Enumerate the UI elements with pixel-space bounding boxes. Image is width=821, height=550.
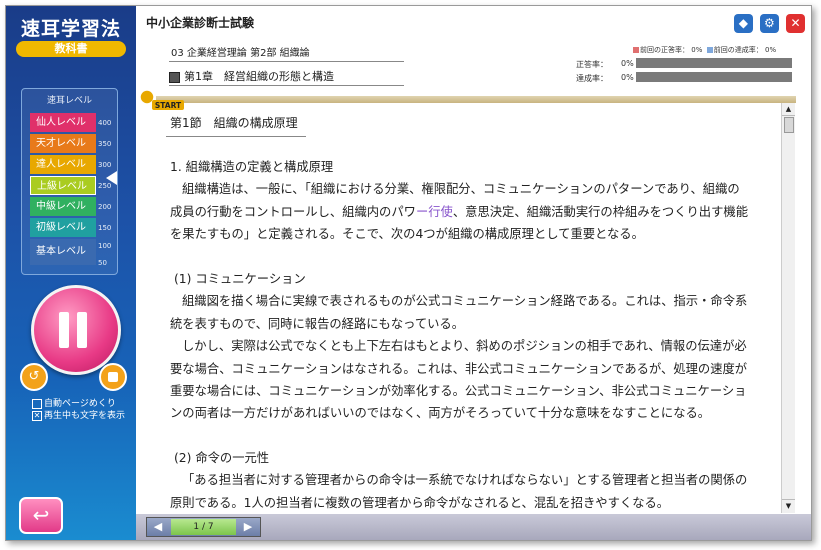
paragraph: 「ある担当者に対する管理者からの命令は一系統でなければならない」とする管理者と担… (182, 473, 748, 487)
arrow-up-icon: ▲ (785, 105, 792, 113)
page-indicator: 1 / 7 (171, 519, 236, 535)
stop-icon (108, 372, 118, 382)
level-chukyu[interactable]: 中級レベル (30, 197, 96, 216)
app-subtitle: 教科書 (16, 41, 126, 57)
level-scale-num: 100 (98, 242, 112, 250)
level-panel-title: 速耳レベル (46, 96, 92, 106)
paragraph: 組織構造は、一般に、「組織における分業、権限配分、コミュニケーションのパターンで… (182, 182, 740, 196)
divider (169, 85, 404, 86)
level-scale-num: 350 (98, 140, 112, 148)
paragraph: (2) 命令の一元性 (174, 451, 270, 465)
vertical-scrollbar[interactable]: ▲ ▼ (781, 103, 795, 513)
show-text-label: 再生中も文字を表示 (44, 411, 126, 421)
chapter-icon (169, 71, 180, 83)
correct-rate-bar (636, 58, 792, 68)
achieve-rate-label: 達成率： (576, 74, 608, 83)
paragraph: 重要な場合には、コミュニケーションが効率化する。公式コミュニケーション、非公式コ… (170, 384, 747, 398)
divider (169, 61, 404, 62)
arrow-down-icon: ▼ (785, 502, 792, 510)
content-area: 第1節 組織の構成原理 1. 組織構造の定義と構成原理 組織構造は、一般に、「組… (136, 103, 781, 513)
bookmark-icon (139, 89, 155, 105)
achieve-rate-value: 0% (621, 73, 634, 82)
page-navigator: ◀ 1 / 7 ▶ (146, 517, 261, 537)
highlighted-text: ー行使 (415, 205, 453, 219)
paragraph: 要な場合、コミュニケーションはなされる。これは、非公式コミュニケーションであるが… (170, 362, 748, 376)
speed-level-panel: 速耳レベル 仙人レベル 天才レベル 達人レベル 上級レベル 中級レベル 初級レベ… (21, 88, 118, 275)
rewind-icon: ↺ (28, 369, 40, 384)
back-button[interactable]: ↩ (19, 497, 63, 534)
level-scale-num: 400 (98, 119, 112, 127)
level-scale-num: 300 (98, 161, 112, 169)
paragraph: しかし、実際は公式でなくとも上下左右はもとより、斜めのポジションの相手であれ、情… (182, 339, 747, 353)
footer: ◀ 1 / 7 ▶ (136, 514, 811, 540)
stats-legend: 前回の正答率： 0% 前回の達成率： 0% (633, 45, 776, 55)
exam-title: 中小企業診断士試験 (146, 16, 255, 30)
scroll-down-button[interactable]: ▼ (782, 499, 795, 513)
stop-button[interactable] (99, 363, 127, 391)
next-page-button[interactable]: ▶ (237, 518, 259, 536)
text-span: 、意思決定、組織活動実行の枠組みをつくり出す機能 (452, 205, 748, 219)
paragraph: 1. 組織構造の定義と構成原理 (170, 160, 334, 174)
correct-rate-value: 0% (621, 59, 634, 68)
correct-rate-label: 正答率： (576, 60, 608, 69)
arrow-right-icon: ▶ (243, 520, 253, 533)
level-scale-num: 150 (98, 224, 112, 232)
section-title: 第1節 組織の構成原理 (170, 116, 298, 130)
scroll-thumb[interactable] (784, 117, 794, 133)
prev-correct-swatch (633, 47, 639, 53)
window-controls: ◆ ⚙ ✕ (732, 14, 805, 33)
level-slider-handle[interactable] (106, 171, 117, 185)
show-text-option[interactable]: ✕ 再生中も文字を表示 (32, 408, 125, 421)
rewind-button[interactable]: ↺ (20, 363, 48, 391)
return-arrow-icon: ↩ (32, 503, 50, 527)
text-span: 成員の行動をコントロールし、組織内のパワ (170, 205, 416, 219)
arrow-left-icon: ◀ (153, 520, 163, 533)
pause-button[interactable] (31, 285, 121, 375)
chapter-title: 第1章 経営組織の形態と構造 (169, 68, 334, 84)
header: 中小企業診断士試験 ◆ ⚙ ✕ 03 企業経営理論 第2部 組織論 第1章 経営… (136, 6, 811, 94)
prev-correct-label: 前回の正答率： (640, 46, 689, 54)
paragraph: を果たすもの」と定義される。そこで、次の4つが組織の構成原理として重要となる。 (170, 227, 644, 241)
close-icon: ✕ (790, 16, 801, 30)
divider (166, 136, 306, 137)
show-text-checkbox[interactable]: ✕ (32, 410, 42, 421)
level-kihon[interactable]: 基本レベル (30, 239, 96, 265)
chapter-label: 第1章 経営組織の形態と構造 (184, 70, 334, 83)
auto-page-turn-checkbox[interactable] (32, 398, 42, 409)
sidebar: 速耳学習法 教科書 速耳レベル 仙人レベル 天才レベル 達人レベル 上級レベル … (6, 6, 136, 540)
pause-icon (77, 312, 87, 348)
paragraph: ンの両者は一方だけがあればいいのではなく、両方がそろっていて十分な意味をなすこと… (170, 406, 711, 420)
pause-icon (59, 312, 69, 348)
level-tensai[interactable]: 天才レベル (30, 134, 96, 153)
level-shokyu[interactable]: 初級レベル (30, 218, 96, 237)
paragraph: 組織図を描く場合に実線で表されるものが公式コミュニケーション経路である。これは、… (182, 294, 748, 308)
prev-achieve-label: 前回の達成率： (713, 46, 763, 54)
settings-button[interactable]: ⚙ (759, 14, 779, 33)
level-tatsujin[interactable]: 達人レベル (30, 155, 96, 174)
prev-page-button[interactable]: ◀ (147, 518, 169, 536)
level-sennin[interactable]: 仙人レベル (30, 113, 96, 132)
paragraph: 原則である。1人の担当者に複数の管理者から命令がなされると、混乱を招きやすくなる… (170, 496, 670, 510)
cube-icon: ◆ (738, 16, 748, 30)
content-top-rule (156, 96, 796, 103)
app-window: 速耳学習法 教科書 速耳レベル 仙人レベル 天才レベル 達人レベル 上級レベル … (5, 5, 812, 541)
paragraph: 成員の行動をコントロールし、組織内のパワー行使、意思決定、組織活動実行の枠組みを… (170, 201, 770, 223)
app-title: 速耳学習法 (20, 18, 121, 40)
prev-achieve-swatch (706, 47, 713, 53)
gear-icon: ⚙ (764, 16, 775, 30)
paragraph: 統を表すもので、同時に報告の経路にもなっている。 (170, 317, 465, 331)
breadcrumb: 03 企業経営理論 第2部 組織論 (171, 48, 310, 59)
scroll-up-button[interactable]: ▲ (782, 103, 795, 116)
paragraph: (1) コミュニケーション (174, 272, 306, 286)
close-button[interactable]: ✕ (786, 14, 805, 33)
prev-achieve-value: 0% (765, 46, 777, 54)
cube-button[interactable]: ◆ (733, 14, 753, 33)
prev-correct-value: 0% (691, 46, 703, 54)
level-scale-num: 50 (98, 259, 107, 267)
achieve-rate-bar (636, 72, 792, 82)
level-joukyu[interactable]: 上級レベル (30, 176, 96, 195)
level-scale-num: 200 (98, 203, 112, 211)
